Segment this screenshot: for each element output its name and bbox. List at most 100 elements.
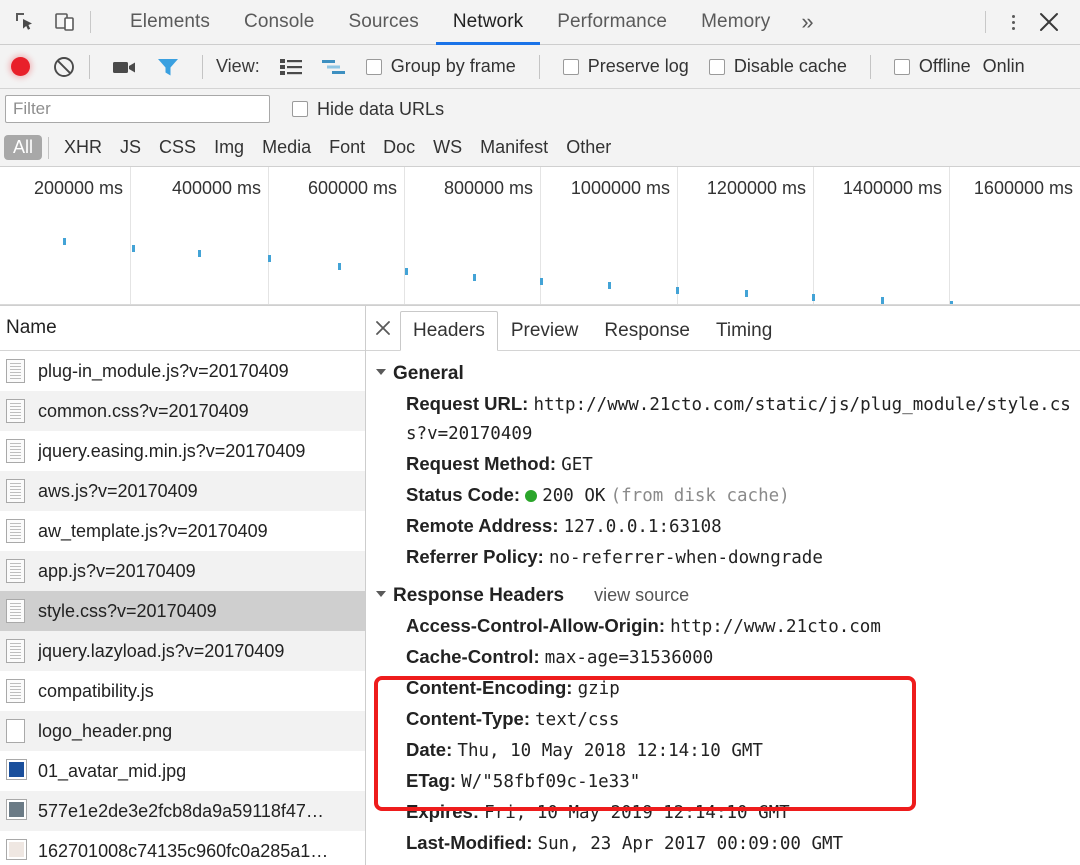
inspect-element-icon[interactable] <box>12 9 38 35</box>
tabbar-right-icons <box>979 0 1080 44</box>
table-row[interactable]: style.css?v=20170409 <box>0 591 365 631</box>
details-close-icon[interactable] <box>366 306 400 350</box>
network-split-view: Name plug-in_module.js?v=20170409 common.… <box>0 306 1080 865</box>
request-name: jquery.easing.min.js?v=20170409 <box>38 440 306 461</box>
chevron-down-icon <box>376 369 386 375</box>
general-row: Request Method: GET <box>366 449 1080 480</box>
panel-tabs: Elements Console Sources Network Perform… <box>113 0 828 45</box>
tab-performance[interactable]: Performance <box>540 0 684 44</box>
table-row[interactable]: jquery.easing.min.js?v=20170409 <box>0 431 365 471</box>
type-filter-font[interactable]: Font <box>320 135 374 160</box>
tab-memory[interactable]: Memory <box>684 0 787 44</box>
timeline-divider <box>130 167 131 305</box>
type-filter-doc[interactable]: Doc <box>374 135 424 160</box>
image-thumbnail-icon <box>6 798 27 824</box>
response-header-row: Server: nginx/1.10.2 <box>366 859 1080 865</box>
table-row[interactable]: jquery.lazyload.js?v=20170409 <box>0 631 365 671</box>
type-filter-ws[interactable]: WS <box>424 135 471 160</box>
disable-cache-label: Disable cache <box>733 56 847 76</box>
general-section-header[interactable]: General <box>366 361 1080 389</box>
tab-headers[interactable]: Headers <box>400 311 498 351</box>
header-name: Content-Type: <box>406 708 530 729</box>
timeline-request-bar <box>405 268 408 275</box>
clear-button[interactable] <box>52 55 76 79</box>
tabbar-left-icons <box>0 0 84 44</box>
devtools-window: Elements Console Sources Network Perform… <box>0 0 1080 865</box>
table-row[interactable]: common.css?v=20170409 <box>0 391 365 431</box>
hide-data-urls-checkbox[interactable]: Hide data URLs <box>292 99 444 120</box>
header-name: ETag: <box>406 770 457 791</box>
timeline-request-bar <box>63 238 66 245</box>
type-filter-js[interactable]: JS <box>111 135 150 160</box>
table-row[interactable]: aws.js?v=20170409 <box>0 471 365 511</box>
type-filter-all[interactable]: All <box>4 135 43 160</box>
table-row[interactable]: 577e1e2de3e2fcb8da9a59118f47… <box>0 791 365 831</box>
view-label: View: <box>216 56 260 76</box>
timeline-request-bar <box>540 278 543 285</box>
tab-console[interactable]: Console <box>227 0 331 44</box>
request-list[interactable]: plug-in_module.js?v=20170409 common.css?v… <box>0 351 365 865</box>
response-header-row: Content-Type: text/css <box>366 704 1080 735</box>
tab-sources[interactable]: Sources <box>331 0 435 44</box>
offline-checkbox[interactable]: Offline <box>893 56 971 77</box>
request-name: aw_template.js?v=20170409 <box>38 520 268 541</box>
throttling-select[interactable]: Onlin <box>983 56 1025 77</box>
type-filter-img[interactable]: Img <box>205 135 253 160</box>
disable-cache-checkbox[interactable]: Disable cache <box>708 56 847 77</box>
type-filter-other[interactable]: Other <box>557 135 620 160</box>
view-source-link[interactable]: view source <box>594 585 689 606</box>
tab-timing[interactable]: Timing <box>703 311 785 350</box>
tab-response[interactable]: Response <box>591 311 703 350</box>
hide-data-urls-box[interactable] <box>292 101 308 117</box>
filter-funnel-icon[interactable] <box>156 56 180 78</box>
response-headers-section-header[interactable]: Response Headers view source <box>366 583 1080 611</box>
preserve-log-box[interactable] <box>562 58 579 75</box>
type-filter-xhr[interactable]: XHR <box>55 135 111 160</box>
document-icon <box>6 438 27 464</box>
more-tabs-button[interactable]: » <box>787 0 827 44</box>
document-icon <box>6 638 27 664</box>
request-details-panel: Headers Preview Response Timing General … <box>366 306 1080 865</box>
response-header-row: Expires: Fri, 10 May 2019 12:14:10 GMT <box>366 797 1080 828</box>
table-row[interactable]: 162701008c74135c960fc0a285a1… <box>0 831 365 865</box>
preserve-log-checkbox[interactable]: Preserve log <box>562 56 689 77</box>
status-dot <box>525 490 538 502</box>
tab-elements[interactable]: Elements <box>113 0 227 44</box>
close-icon[interactable] <box>1032 5 1066 39</box>
table-row[interactable]: compatibility.js <box>0 671 365 711</box>
table-row[interactable]: plug-in_module.js?v=20170409 <box>0 351 365 391</box>
header-value: gzip <box>577 679 620 699</box>
tab-network[interactable]: Network <box>435 0 541 45</box>
type-filter-css[interactable]: CSS <box>150 135 205 160</box>
type-filter-media[interactable]: Media <box>253 135 320 160</box>
table-row[interactable]: aw_template.js?v=20170409 <box>0 511 365 551</box>
more-tabs-label: » <box>801 9 814 34</box>
tab-memory-label: Memory <box>701 11 771 32</box>
timeline-tick-label: 1200000 ms <box>706 178 806 198</box>
record-button[interactable] <box>11 57 30 76</box>
group-by-frame-checkbox[interactable]: Group by frame <box>365 56 516 77</box>
group-by-frame-box[interactable] <box>365 58 382 75</box>
table-row[interactable]: logo_header.png <box>0 711 365 751</box>
device-toolbar-icon[interactable] <box>52 9 78 35</box>
table-row[interactable]: 01_avatar_mid.jpg <box>0 751 365 791</box>
type-filter-manifest[interactable]: Manifest <box>471 135 557 160</box>
camera-icon[interactable] <box>112 57 138 77</box>
search-input[interactable] <box>5 95 270 123</box>
timeline-divider <box>404 167 405 305</box>
request-name: style.css?v=20170409 <box>38 600 217 621</box>
tab-preview[interactable]: Preview <box>498 311 592 350</box>
waterfall-view-icon[interactable] <box>321 57 347 77</box>
table-row[interactable]: app.js?v=20170409 <box>0 551 365 591</box>
timeline-tick-label: 1600000 ms <box>973 178 1073 198</box>
network-overview-timeline[interactable]: 200000 ms 400000 ms 600000 ms 800000 ms 1000… <box>0 167 1080 306</box>
disable-cache-box[interactable] <box>708 58 725 75</box>
tab-performance-label: Performance <box>557 11 668 32</box>
offline-box[interactable] <box>893 58 910 75</box>
timeline-request-bar <box>268 255 271 262</box>
request-list-header[interactable]: Name <box>0 306 365 351</box>
header-value: Fri, 10 May 2019 12:14:10 GMT <box>484 803 790 823</box>
kebab-menu-icon[interactable] <box>998 7 1028 37</box>
header-name: Request Method: <box>406 453 557 474</box>
list-view-icon[interactable] <box>279 57 303 77</box>
